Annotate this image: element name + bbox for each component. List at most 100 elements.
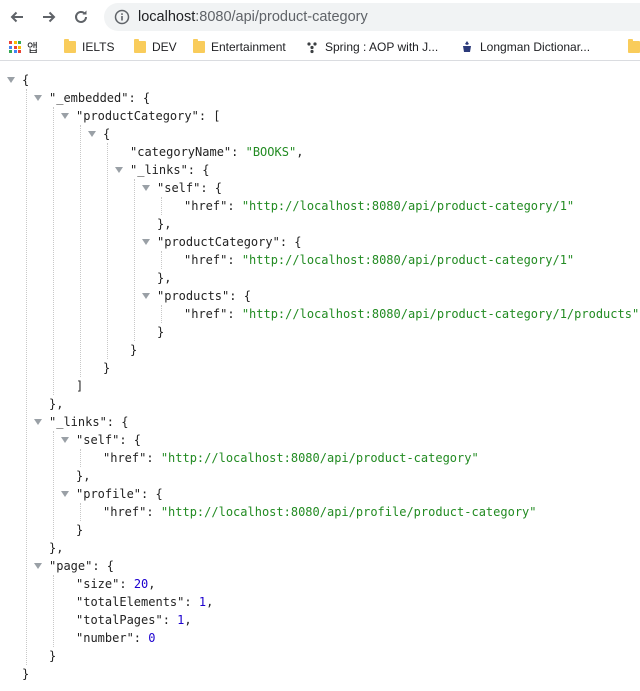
json-punct: : { — [187, 163, 210, 177]
collapse-toggle-icon[interactable] — [88, 131, 96, 137]
json-punct: { — [103, 127, 111, 141]
bookmarks-bar: 앱 IELTS DEV Entertainment Spring : AOP w… — [0, 34, 640, 61]
json-punct: : { — [128, 91, 151, 105]
json-key: "number" — [76, 631, 134, 645]
info-icon[interactable] — [114, 9, 130, 25]
url-path: :8080/api/product-category — [195, 9, 368, 25]
json-line: } — [49, 647, 56, 665]
json-line: } — [22, 665, 29, 683]
json-punct: : — [227, 307, 242, 321]
json-punct: : — [227, 199, 242, 213]
json-number: 20 — [133, 577, 149, 591]
longman-logo-icon — [463, 41, 471, 52]
address-bar[interactable]: localhost:8080/api/product-category — [104, 3, 640, 31]
json-punct: }, — [49, 397, 64, 411]
bookmark-dev[interactable]: DEV — [134, 38, 177, 56]
json-punct: : — [184, 595, 199, 609]
json-line: { — [103, 125, 110, 143]
collapse-toggle-icon[interactable] — [142, 239, 150, 245]
bookmark-spring-aop[interactable]: Spring : AOP with J... — [306, 38, 438, 56]
forward-button[interactable] — [37, 5, 61, 29]
json-punct: } — [103, 361, 111, 375]
indent-guide — [161, 197, 162, 215]
indent-guide — [80, 503, 81, 521]
folder-icon — [134, 39, 146, 53]
bookmark-label: Spring : AOP with J... — [325, 40, 439, 54]
json-key: "products" — [157, 289, 230, 303]
json-punct: , — [296, 145, 304, 159]
collapse-toggle-icon[interactable] — [7, 77, 15, 83]
bookmark-ielts[interactable]: IELTS — [64, 38, 114, 56]
json-punct: } — [49, 649, 57, 663]
indent-guide — [53, 107, 54, 395]
bookmark-longman[interactable]: Longman Dictionar... — [460, 38, 590, 56]
json-line: "totalPages": 1, — [76, 611, 192, 629]
json-string: "http://localhost:8080/api/product-categ… — [241, 307, 640, 321]
arrow-right-icon — [43, 11, 56, 23]
json-line: "categoryName": "BOOKS", — [130, 143, 303, 161]
bookmark-label: DEV — [152, 40, 177, 54]
json-key: "href" — [103, 451, 147, 465]
collapse-toggle-icon[interactable] — [142, 293, 150, 299]
json-punct: : { — [141, 487, 163, 501]
json-key: "page" — [49, 559, 93, 573]
indent-guide — [80, 125, 81, 377]
json-line: "productCategory": { — [157, 233, 302, 251]
json-line: ] — [76, 377, 83, 395]
bookmark-apps[interactable]: 앱 — [9, 38, 38, 56]
json-punct: : { — [106, 415, 129, 429]
json-line: "totalElements": 1, — [76, 593, 213, 611]
collapse-toggle-icon[interactable] — [34, 95, 42, 101]
json-line: } — [157, 323, 164, 341]
collapse-toggle-icon[interactable] — [34, 419, 42, 425]
bookmark-entertainment[interactable]: Entertainment — [193, 38, 286, 56]
json-punct: : { — [200, 181, 223, 195]
json-punct: { — [22, 73, 30, 87]
json-line: "self": { — [76, 431, 141, 449]
json-line: { — [22, 71, 29, 89]
json-key: "productCategory" — [157, 235, 280, 249]
json-punct: ] — [76, 379, 84, 393]
json-punct: : { — [119, 433, 142, 447]
json-key: "categoryName" — [130, 145, 232, 159]
json-line: }, — [49, 395, 63, 413]
json-viewer: {"_embedded": {"productCategory": [{"cat… — [0, 62, 640, 691]
json-punct: : { — [279, 235, 302, 249]
collapse-toggle-icon[interactable] — [115, 167, 123, 173]
json-punct: }, — [49, 541, 64, 555]
json-line: } — [130, 341, 137, 359]
json-punct: : { — [229, 289, 251, 303]
json-key: "self" — [76, 433, 120, 447]
collapse-toggle-icon[interactable] — [34, 563, 42, 569]
json-key: "href" — [184, 253, 228, 267]
json-string: "http://localhost:8080/api/product-categ… — [160, 451, 479, 465]
url-text[interactable]: localhost:8080/api/product-category — [138, 9, 368, 25]
json-punct: } — [130, 343, 138, 357]
arrow-left-icon — [10, 11, 23, 23]
bookmark-label: Longman Dictionar... — [480, 40, 591, 54]
collapse-toggle-icon[interactable] — [61, 437, 69, 443]
json-punct: }, — [157, 217, 172, 231]
json-string: "BOOKS" — [245, 145, 297, 159]
json-line: } — [103, 359, 110, 377]
json-punct: : — [146, 505, 161, 519]
json-line: "href": "http://localhost:8080/api/profi… — [103, 503, 537, 521]
bookmark-overflow[interactable] — [628, 38, 640, 56]
browser-toolbar: localhost:8080/api/product-category — [0, 0, 640, 34]
json-line: }, — [49, 539, 63, 557]
indent-guide — [80, 449, 81, 467]
json-key: "href" — [103, 505, 147, 519]
collapse-toggle-icon[interactable] — [61, 113, 69, 119]
json-punct: : — [133, 631, 149, 645]
bookmark-label: 앱 — [27, 40, 39, 55]
folder-icon — [193, 39, 205, 53]
reload-button[interactable] — [69, 5, 93, 29]
json-punct: : — [146, 451, 161, 465]
back-button[interactable] — [5, 5, 29, 29]
json-line: } — [76, 521, 83, 539]
collapse-toggle-icon[interactable] — [142, 185, 150, 191]
json-punct: }, — [157, 271, 172, 285]
json-line: "number": 0 — [76, 629, 155, 647]
collapse-toggle-icon[interactable] — [61, 491, 69, 497]
json-punct: , — [206, 595, 214, 609]
